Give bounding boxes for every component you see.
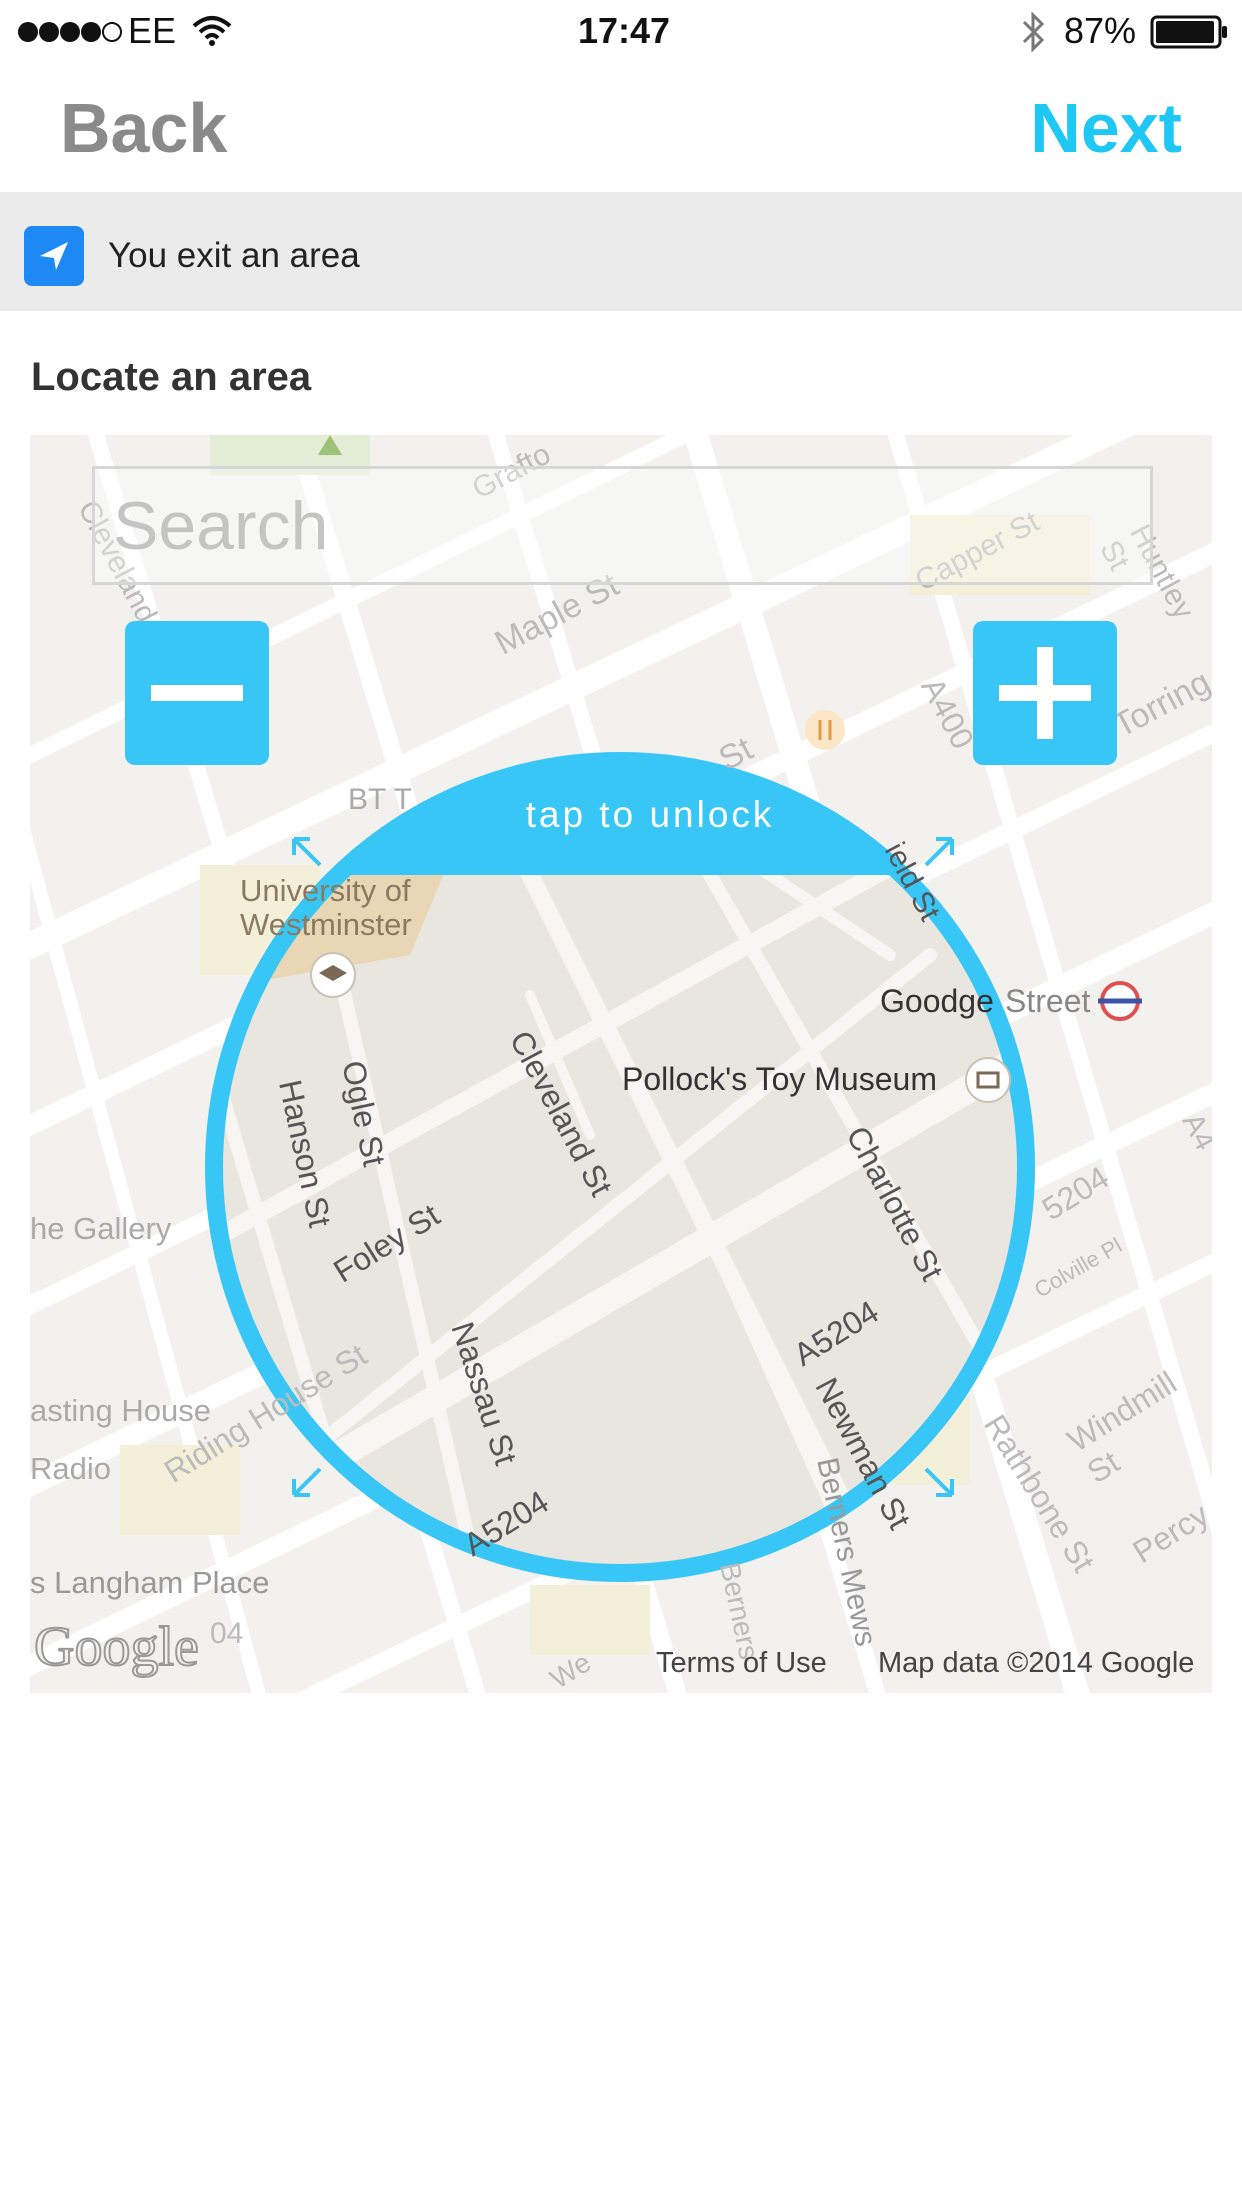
map-label: We bbox=[544, 1646, 597, 1693]
map-label: Charlotte St bbox=[839, 1120, 951, 1287]
map-label: University of bbox=[240, 873, 411, 908]
map-label: ield St bbox=[877, 837, 947, 927]
clock: 17:47 bbox=[578, 10, 671, 51]
map-label: A400 bbox=[914, 671, 982, 755]
map-label: Colville Pl bbox=[1029, 1232, 1127, 1303]
trigger-row[interactable]: You exit an area bbox=[0, 192, 1242, 311]
location-arrow-icon bbox=[24, 226, 84, 286]
battery-icon bbox=[1150, 15, 1227, 49]
map-label: Torring bbox=[1106, 662, 1212, 746]
plus-icon bbox=[999, 647, 1091, 739]
map-label: Ogle St bbox=[335, 1057, 393, 1170]
google-logo: Google bbox=[33, 1615, 200, 1679]
trigger-label: You exit an area bbox=[108, 236, 360, 275]
map-label: Radio bbox=[30, 1451, 111, 1486]
map-label: Westminster bbox=[240, 907, 412, 942]
map-label: A5204 bbox=[457, 1483, 555, 1563]
minus-icon bbox=[151, 685, 243, 701]
terms-of-use-link[interactable]: Terms of Use bbox=[656, 1645, 827, 1681]
map-label: Pollock's Toy Museum bbox=[622, 1061, 937, 1097]
zoom-in-button[interactable] bbox=[973, 621, 1117, 765]
map-label: s Langham Place bbox=[30, 1565, 270, 1600]
signal-icon bbox=[18, 22, 122, 42]
map-label: 5204 bbox=[1035, 1158, 1116, 1228]
map-data-attribution: Map data ©2014 Google bbox=[878, 1647, 1195, 1679]
status-bar: EE 17:47 87% bbox=[0, 0, 1242, 64]
map-label: Street bbox=[1005, 983, 1091, 1019]
map-label: Nassau St bbox=[444, 1317, 525, 1470]
map-view[interactable]: Grafto Capper St Huntley St Cleveland Ma… bbox=[30, 435, 1212, 1693]
map-label: Windmill St bbox=[1061, 1364, 1183, 1491]
map-label: Foley St bbox=[327, 1196, 446, 1290]
map-label: Percy bbox=[1126, 1496, 1212, 1571]
back-button[interactable]: Back bbox=[60, 86, 227, 170]
next-button[interactable]: Next bbox=[1030, 86, 1182, 170]
map-label: asting House bbox=[30, 1393, 211, 1428]
map-label: Cleveland St bbox=[502, 1024, 620, 1202]
page-blank-area bbox=[0, 1693, 1242, 2208]
wifi-icon bbox=[192, 16, 232, 46]
map-label: Goodge bbox=[880, 983, 994, 1019]
carrier-label: EE bbox=[128, 10, 177, 51]
search-input[interactable] bbox=[92, 466, 1153, 585]
zoom-out-button[interactable] bbox=[125, 621, 269, 765]
bluetooth-icon bbox=[1022, 11, 1045, 53]
map-label: A5204 bbox=[787, 1293, 885, 1373]
map-label: A4 bbox=[1175, 1107, 1212, 1156]
section-title: Locate an area bbox=[31, 355, 312, 399]
tap-to-unlock-banner[interactable]: tap to unlock bbox=[390, 790, 910, 840]
nav-bar: Back Next bbox=[0, 64, 1242, 192]
map-label: 04 bbox=[210, 1617, 244, 1650]
battery-percent: 87% bbox=[1064, 10, 1137, 51]
map-label: St bbox=[712, 729, 759, 779]
map-label: he Gallery bbox=[30, 1211, 172, 1246]
map-label: Hanson St bbox=[272, 1076, 339, 1231]
